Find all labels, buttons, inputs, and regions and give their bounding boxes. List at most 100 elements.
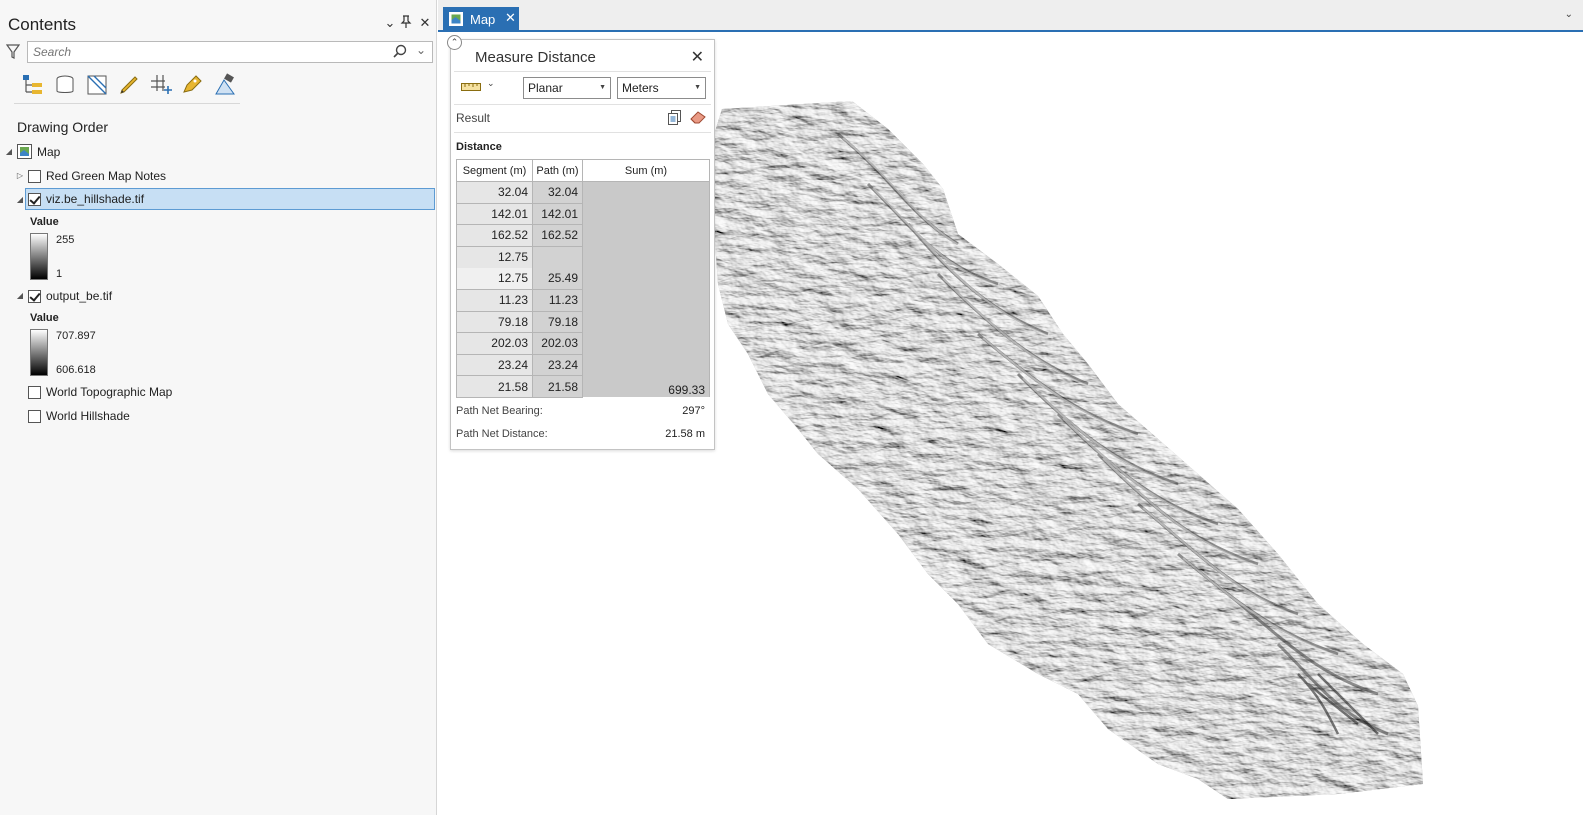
search-input[interactable] — [28, 42, 388, 62]
layer-name: World Topographic Map — [46, 385, 173, 399]
filter-icon[interactable] — [6, 44, 20, 60]
path-net-distance-value: 21.58 m — [665, 428, 705, 440]
table-row[interactable]: 32.04 32.04 699.33 — [456, 181, 710, 398]
segment-cell: 21.58 — [456, 375, 533, 398]
layer-name: World Hillshade — [46, 409, 130, 423]
list-by-editing-icon[interactable] — [116, 72, 142, 98]
tab-list-chevron-icon[interactable]: ⌄ — [1565, 9, 1573, 20]
drawing-order-title: Drawing Order — [17, 119, 109, 135]
list-by-drawing-order-icon[interactable] — [20, 72, 46, 98]
list-by-toolbar — [14, 70, 240, 104]
segment-cell: 32.04 — [456, 181, 533, 204]
path-cell: 79.18 — [532, 310, 583, 334]
path-cell: 21.58 — [532, 375, 583, 398]
dropdown-arrow-icon: ▼ — [694, 84, 701, 91]
search-icon[interactable] — [392, 44, 408, 60]
path-cell: 23.24 — [532, 353, 583, 377]
collapse-arrow-icon[interactable]: ◢ — [15, 285, 25, 307]
path-cell: 202.03 — [532, 332, 583, 355]
layer-name: output_be.tif — [46, 289, 113, 303]
column-header: Sum (m) — [582, 159, 710, 182]
measure-mode-value: Planar — [528, 81, 563, 95]
segment-cell: 12.75 — [456, 245, 533, 268]
view-tab-strip: Map ✕ ⌄ — [438, 0, 1583, 32]
path-cell: 142.01 — [532, 202, 583, 226]
map-icon — [449, 12, 463, 26]
layer-visibility-checkbox[interactable] — [28, 170, 41, 183]
layer-item-red-green-map-notes[interactable]: ▷ Red Green Map Notes — [0, 165, 436, 187]
segment-cell: 162.52 — [456, 224, 533, 247]
elevation-color-ramp — [30, 329, 48, 376]
layer-name: Red Green Map Notes — [46, 169, 167, 183]
path-cell: 32.04 — [532, 181, 583, 204]
dropdown-arrow-icon: ▼ — [599, 84, 606, 91]
close-icon[interactable]: ✕ — [417, 15, 433, 31]
path-cell — [532, 245, 583, 268]
list-by-source-icon[interactable] — [52, 72, 78, 98]
tab-close-icon[interactable]: ✕ — [505, 10, 516, 26]
list-by-labeling-icon[interactable] — [180, 72, 206, 98]
hillshade-color-ramp — [30, 233, 48, 280]
pane-options-chevron-icon[interactable]: ⌄ — [382, 15, 398, 31]
copy-icon[interactable] — [667, 109, 683, 125]
path-net-bearing-value: 297° — [682, 405, 705, 417]
segment-cell: 23.24 — [456, 353, 533, 377]
layer-item-output-be[interactable]: ◢ output_be.tif — [0, 285, 436, 307]
list-by-perspective-imagery-icon[interactable] — [212, 72, 238, 98]
legend-title: Value — [30, 216, 59, 228]
measure-units-dropdown[interactable]: Meters ▼ — [617, 77, 706, 99]
layer-visibility-checkbox[interactable] — [28, 410, 41, 423]
layer-visibility-checkbox[interactable] — [28, 386, 41, 399]
path-net-distance-label: Path Net Distance: — [456, 428, 548, 440]
divider — [454, 132, 711, 133]
segment-cell: 11.23 — [456, 288, 533, 312]
map-label: Map — [37, 145, 61, 159]
measure-mode-dropdown[interactable]: Planar ▼ — [523, 77, 611, 99]
measure-title: Measure Distance — [475, 49, 596, 66]
path-net-bearing-label: Path Net Bearing: — [456, 405, 543, 417]
list-by-snapping-icon[interactable] — [148, 72, 174, 98]
measure-distance-panel: Measure Distance ✕ ⌄ Planar ▼ Meters ▼ R… — [450, 39, 715, 450]
pane-title: Contents — [8, 15, 77, 34]
table-header-row: Segment (m) Path (m) Sum (m) — [456, 159, 710, 182]
measure-type-chevron-icon[interactable]: ⌄ — [487, 78, 495, 89]
layer-item-world-topographic-map[interactable]: World Topographic Map — [0, 381, 436, 403]
contents-pane: Contents ⌄ ✕ ⌄ — [0, 0, 437, 815]
map-tree-item[interactable]: ◢ Map — [0, 141, 436, 163]
ruler-icon[interactable] — [461, 81, 481, 93]
sum-cell: 699.33 — [582, 181, 710, 398]
collapse-arrow-icon[interactable]: ◢ — [4, 141, 14, 163]
layer-visibility-checkbox[interactable] — [28, 193, 41, 206]
legend-min-label: 606.618 — [56, 364, 96, 376]
divider — [454, 104, 711, 105]
map-icon — [17, 144, 32, 159]
collapse-arrow-icon[interactable]: ◢ — [15, 189, 25, 211]
collapse-panel-chevron-icon[interactable]: ⌃ — [447, 35, 462, 50]
layer-item-world-hillshade[interactable]: World Hillshade — [0, 405, 436, 427]
distance-table: Segment (m) Path (m) Sum (m) 32.04 32.04 6… — [456, 159, 710, 398]
segment-cell: 12.75 — [456, 267, 533, 290]
clear-results-eraser-icon[interactable] — [689, 109, 707, 125]
tab-map[interactable]: Map ✕ — [443, 7, 519, 32]
segment-cell: 142.01 — [456, 202, 533, 226]
pin-icon[interactable] — [398, 15, 414, 31]
legend-title: Value — [30, 312, 59, 324]
layer-item-viz-be-hillshade[interactable]: viz.be_hillshade.tif — [25, 188, 435, 210]
path-cell: 11.23 — [532, 288, 583, 312]
layer-visibility-checkbox[interactable] — [28, 290, 41, 303]
legend-max-label: 707.897 — [56, 330, 96, 342]
path-cell: 25.49 — [532, 267, 583, 290]
column-header: Path (m) — [532, 159, 583, 182]
search-options-chevron-icon[interactable]: ⌄ — [416, 43, 426, 57]
contents-header: Contents ⌄ ✕ — [0, 0, 437, 40]
search-box: ⌄ — [27, 41, 433, 63]
distance-label: Distance — [456, 141, 502, 153]
close-icon[interactable]: ✕ — [691, 47, 704, 67]
list-by-selection-icon[interactable] — [84, 72, 110, 98]
segment-cell: 79.18 — [456, 310, 533, 334]
column-header: Segment (m) — [456, 159, 533, 182]
divider — [454, 71, 711, 72]
path-cell: 162.52 — [532, 224, 583, 247]
expand-arrow-icon[interactable]: ▷ — [15, 165, 25, 187]
result-label: Result — [456, 111, 491, 125]
